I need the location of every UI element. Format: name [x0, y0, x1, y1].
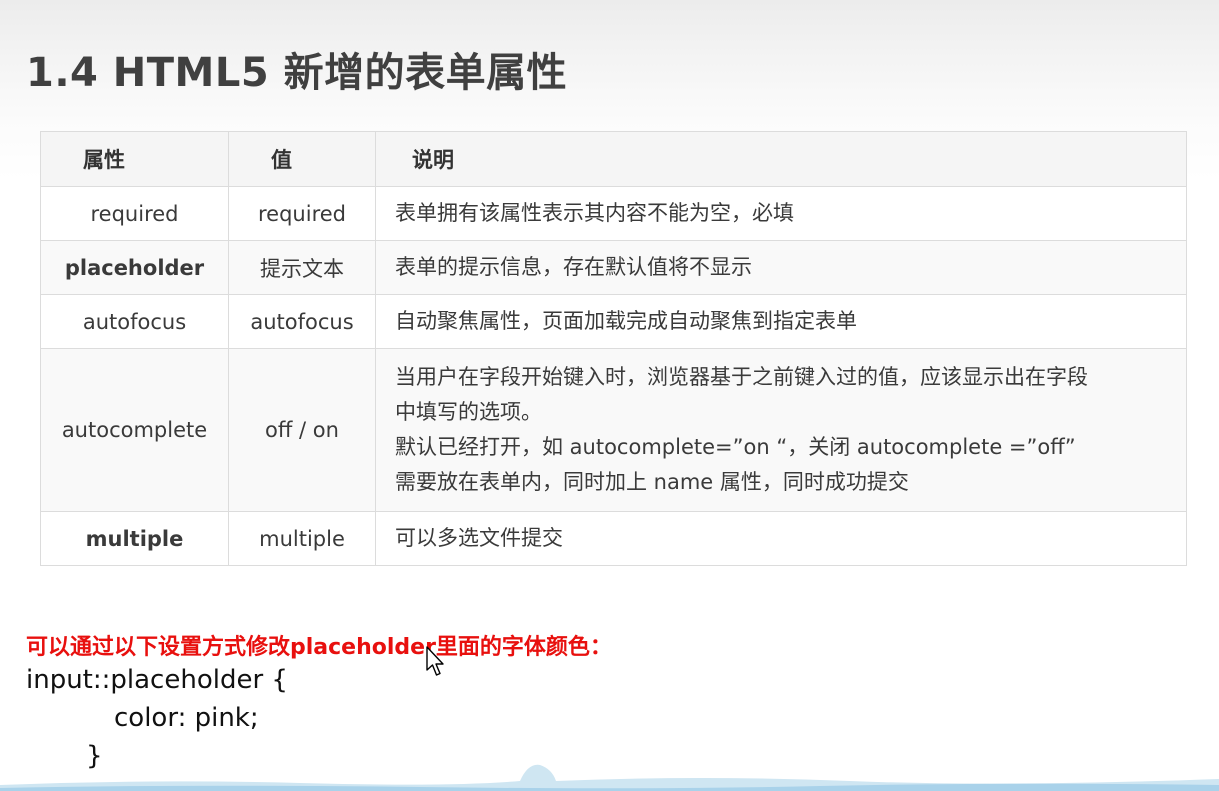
- desc-line: 需要放在表单内，同时加上 name 属性，同时成功提交: [395, 470, 909, 494]
- attr-cell: autofocus: [40, 294, 229, 349]
- mouse-cursor-icon: [426, 646, 444, 676]
- slide-title: 1.4 HTML5 新增的表单属性: [26, 50, 568, 96]
- header-value: 值: [228, 131, 376, 187]
- desc-cell: 自动聚焦属性，页面加载完成自动聚焦到指定表单: [375, 294, 1187, 349]
- footer-wave-decoration: [0, 764, 1219, 791]
- desc-cell: 表单拥有该属性表示其内容不能为空，必填: [375, 186, 1187, 241]
- desc-cell: 表单的提示信息，存在默认值将不显示: [375, 240, 1187, 295]
- desc-line: 表单拥有该属性表示其内容不能为空，必填: [395, 201, 794, 225]
- table-row: autocomplete off / on 当用户在字段开始键入时，浏览器基于之…: [40, 348, 1187, 512]
- code-line: input::placeholder {: [26, 665, 288, 695]
- desc-line: 表单的提示信息，存在默认值将不显示: [395, 255, 752, 279]
- desc-line: 可以多选文件提交: [395, 526, 563, 550]
- attr-cell: multiple: [40, 511, 229, 566]
- attr-cell: autocomplete: [40, 348, 229, 512]
- form-attributes-table: 属性 值 说明 required required 表单拥有该属性表示其内容不能…: [40, 131, 1187, 566]
- desc-line: 默认已经打开，如 autocomplete=”on “，关闭 autocompl…: [395, 435, 1076, 459]
- header-attribute: 属性: [40, 131, 229, 187]
- table-row: multiple multiple 可以多选文件提交: [40, 511, 1187, 566]
- table-row: placeholder 提示文本 表单的提示信息，存在默认值将不显示: [40, 240, 1187, 295]
- placeholder-color-note: 可以通过以下设置方式修改placeholder里面的字体颜色：: [26, 635, 612, 660]
- table-row: autofocus autofocus 自动聚焦属性，页面加载完成自动聚焦到指定…: [40, 294, 1187, 349]
- desc-line: 自动聚焦属性，页面加载完成自动聚焦到指定表单: [395, 309, 857, 333]
- value-cell: multiple: [228, 511, 376, 566]
- desc-line: 当用户在字段开始键入时，浏览器基于之前键入过的值，应该显示出在字段: [395, 365, 1088, 389]
- header-description: 说明: [375, 131, 1187, 187]
- desc-cell: 当用户在字段开始键入时，浏览器基于之前键入过的值，应该显示出在字段 中填写的选项…: [375, 348, 1187, 512]
- attr-cell: required: [40, 186, 229, 241]
- table-row: required required 表单拥有该属性表示其内容不能为空，必填: [40, 186, 1187, 241]
- attr-cell: placeholder: [40, 240, 229, 295]
- value-cell: 提示文本: [228, 240, 376, 295]
- desc-line: 中填写的选项。: [395, 400, 542, 424]
- table-header-row: 属性 值 说明: [40, 131, 1187, 187]
- value-cell: autofocus: [228, 294, 376, 349]
- value-cell: off / on: [228, 348, 376, 512]
- desc-cell: 可以多选文件提交: [375, 511, 1187, 566]
- code-line: color: pink;: [114, 703, 259, 733]
- value-cell: required: [228, 186, 376, 241]
